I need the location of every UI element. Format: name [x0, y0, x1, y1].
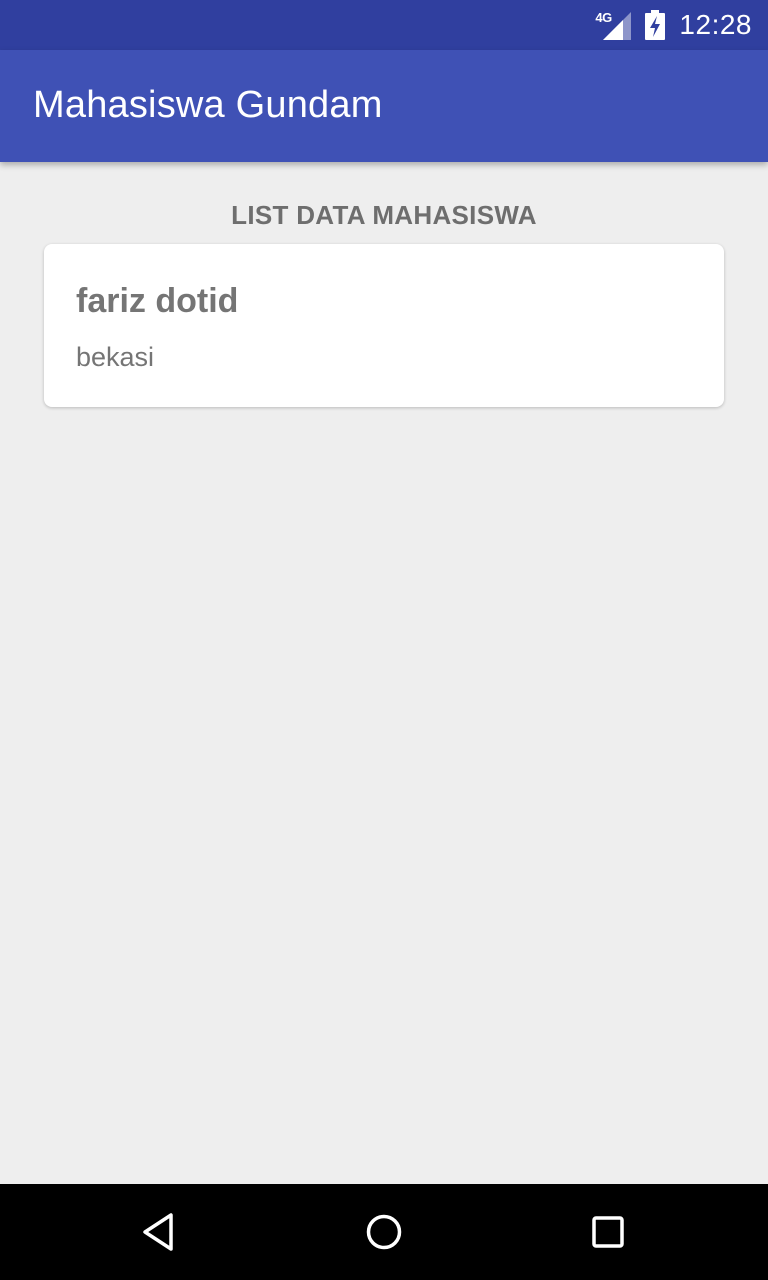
app-title: Mahasiswa Gundam	[33, 84, 383, 126]
status-icons: 4G 12:28	[595, 0, 752, 50]
app-screen: 4G 12:28 Mahasiswa Gundam LIST DATA MAHA…	[0, 0, 768, 1280]
back-button[interactable]	[136, 1208, 184, 1256]
student-name: fariz dotid	[76, 282, 239, 320]
back-icon	[143, 1213, 173, 1251]
network-type-label: 4G	[595, 10, 612, 25]
battery-icon	[645, 10, 666, 40]
app-bar: Mahasiswa Gundam	[0, 50, 768, 162]
student-city: bekasi	[76, 342, 155, 372]
home-icon	[366, 1214, 402, 1250]
navigation-bar	[0, 1184, 768, 1280]
status-bar: 4G 12:28	[0, 0, 768, 50]
student-card[interactable]: fariz dotid bekasi	[44, 244, 724, 407]
home-button[interactable]	[360, 1208, 408, 1256]
recent-apps-icon	[592, 1216, 624, 1248]
main-content: LIST DATA MAHASISWA fariz dotid bekasi	[0, 162, 768, 1184]
signal-icon: 4G	[595, 10, 632, 40]
recent-apps-button[interactable]	[584, 1208, 632, 1256]
status-clock: 12:28	[679, 9, 752, 40]
list-heading: LIST DATA MAHASISWA	[231, 200, 537, 230]
